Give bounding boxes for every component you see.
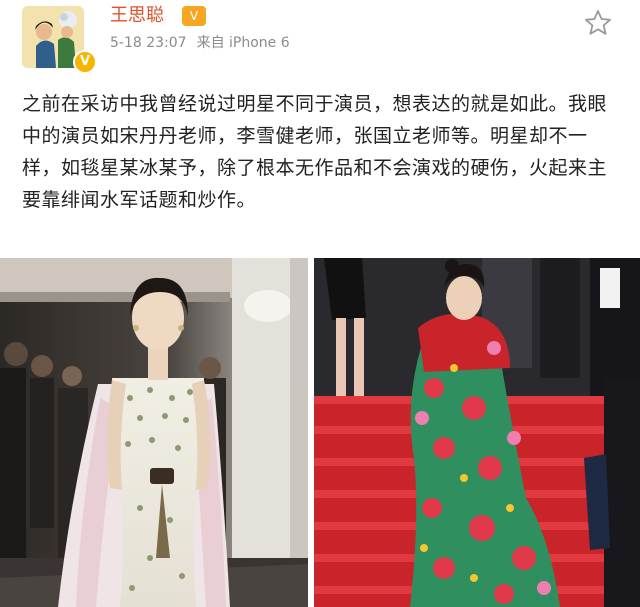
post-meta: 5-18 23:07 来自 iPhone 6 [110,34,290,52]
post-source[interactable]: 来自 iPhone 6 [197,35,290,51]
member-level-badge[interactable]: V [182,6,206,26]
post-image-right[interactable] [314,258,640,607]
weibo-post: V 王思聪 V 5-18 23:07 来自 iPhone 6 之前在采访中我曾经说… [0,0,640,607]
post-timestamp: 5-18 23:07 [110,35,187,51]
verified-badge-icon: V [73,50,97,74]
post-image-left[interactable] [0,258,308,607]
star-icon[interactable] [583,8,613,38]
username[interactable]: 王思聪 [110,4,164,28]
post-text: 之前在采访中我曾经说过明星不同于演员，想表达的就是如此。我眼中的演员如宋丹丹老师… [22,93,608,211]
